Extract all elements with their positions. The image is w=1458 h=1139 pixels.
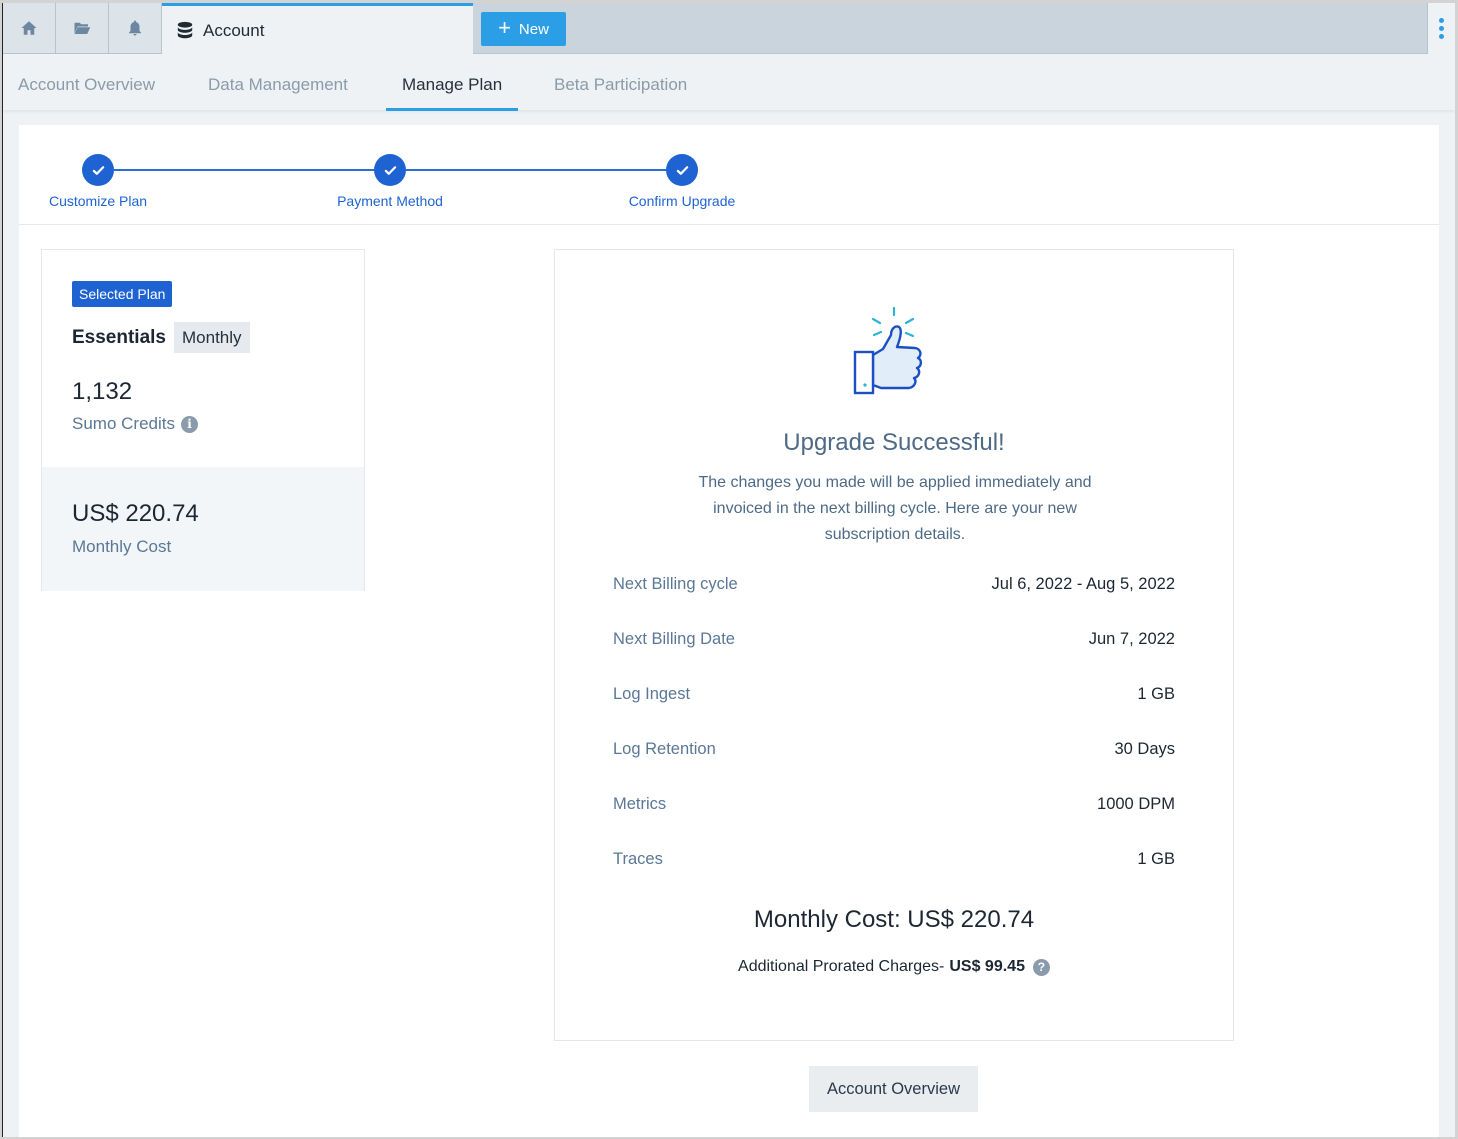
detail-row-traces: Traces 1 GB — [613, 850, 1175, 869]
detail-label: Next Billing Date — [613, 630, 735, 648]
new-button-label: New — [518, 20, 549, 38]
step-confirm-upgrade-label[interactable]: Confirm Upgrade — [629, 193, 736, 209]
sumo-credits-label-row: Sumo Credits i — [72, 414, 198, 434]
check-icon — [92, 165, 104, 175]
detail-row-log-retention: Log Retention 30 Days — [613, 740, 1175, 759]
detail-row-log-ingest: Log Ingest 1 GB — [613, 685, 1175, 704]
check-icon — [384, 165, 396, 175]
app-window: Account + New Account Overview Data Mana… — [2, 3, 1455, 1137]
detail-label: Traces — [613, 850, 663, 868]
sumo-credits-label: Sumo Credits — [72, 414, 175, 433]
info-icon[interactable]: i — [180, 415, 198, 433]
detail-value: Jun 7, 2022 — [1088, 630, 1175, 648]
upgrade-stepper: Customize Plan Payment Method Confirm Up… — [19, 125, 1441, 225]
detail-row-next-billing-cycle: Next Billing cycle Jul 6, 2022 - Aug 5, … — [613, 575, 1175, 594]
detail-label: Log Ingest — [613, 685, 691, 703]
home-tab[interactable] — [3, 3, 56, 54]
manage-plan-panel: Customize Plan Payment Method Confirm Up… — [19, 125, 1441, 1137]
tab-account-overview[interactable]: Account Overview — [18, 55, 155, 110]
step-confirm-upgrade-check — [666, 154, 698, 186]
detail-row-next-billing-date: Next Billing Date Jun 7, 2022 — [613, 630, 1175, 649]
monthly-cost-value: US$ 220.74 — [72, 500, 199, 527]
detail-label: Next Billing cycle — [613, 575, 738, 593]
plan-name: Essentials — [72, 327, 166, 348]
selected-plan-badge: Selected Plan — [72, 281, 173, 307]
home-icon — [21, 21, 37, 35]
folder-icon — [74, 22, 91, 34]
alerts-tab[interactable] — [109, 3, 162, 54]
detail-value: 1000 DPM — [1097, 795, 1175, 813]
step-customize-plan-check — [82, 154, 114, 186]
page-scroll-gutter — [1439, 125, 1455, 1137]
detail-value: 1 GB — [1137, 685, 1175, 703]
database-icon — [177, 21, 193, 38]
sub-navigation: Account Overview Data Management Manage … — [3, 55, 1455, 111]
help-icon[interactable]: ? — [1032, 958, 1050, 976]
step-customize-plan-label[interactable]: Customize Plan — [49, 193, 147, 209]
step-payment-method-check — [374, 154, 406, 186]
detail-label: Metrics — [613, 795, 667, 813]
kebab-menu-icon[interactable] — [1427, 3, 1455, 54]
tab-beta-participation[interactable]: Beta Participation — [554, 55, 687, 110]
monthly-cost-total: Monthly Cost: US$ 220.74 — [753, 906, 1035, 933]
plus-icon: + — [498, 15, 511, 40]
prorated-charges-value: US$ 99.45 — [949, 958, 1025, 975]
sumo-credits-value: 1,132 — [72, 378, 133, 405]
step-connector — [406, 169, 682, 171]
thumbs-up-icon — [853, 306, 923, 395]
plan-cost-section: US$ 220.74 Monthly Cost — [42, 467, 364, 591]
prorated-charges: Additional Prorated Charges- US$ 99.45 ? — [555, 958, 1233, 976]
check-icon — [676, 165, 688, 175]
upgrade-success-card: Upgrade Successful! The changes you made… — [554, 249, 1234, 1041]
step-payment-method-label[interactable]: Payment Method — [337, 193, 443, 209]
new-button[interactable]: + New — [481, 12, 566, 46]
account-overview-button[interactable]: Account Overview — [809, 1066, 978, 1112]
top-tab-bar: Account + New — [3, 3, 1455, 55]
monthly-cost-label: Monthly Cost — [72, 537, 172, 556]
tab-manage-plan[interactable]: Manage Plan — [385, 55, 519, 111]
prorated-charges-label: Additional Prorated Charges- — [738, 958, 945, 975]
tab-account-label: Account — [203, 20, 265, 40]
bell-icon — [129, 20, 141, 36]
success-title: Upgrade Successful! — [783, 429, 1005, 456]
detail-value: 1 GB — [1137, 850, 1175, 868]
tab-account[interactable]: Account — [162, 3, 473, 55]
success-description: The changes you made will be applied imm… — [698, 474, 1092, 543]
tab-data-management[interactable]: Data Management — [208, 55, 348, 110]
library-tab[interactable] — [56, 3, 109, 54]
detail-row-metrics: Metrics 1000 DPM — [613, 795, 1175, 814]
billing-period-tag: Monthly — [174, 322, 250, 353]
step-connector — [114, 169, 390, 171]
detail-value: 30 Days — [1114, 740, 1175, 758]
detail-value: Jul 6, 2022 - Aug 5, 2022 — [991, 575, 1175, 593]
selected-plan-card: Selected Plan Essentials Monthly 1,132 S… — [41, 249, 365, 591]
detail-label: Log Retention — [613, 740, 716, 758]
